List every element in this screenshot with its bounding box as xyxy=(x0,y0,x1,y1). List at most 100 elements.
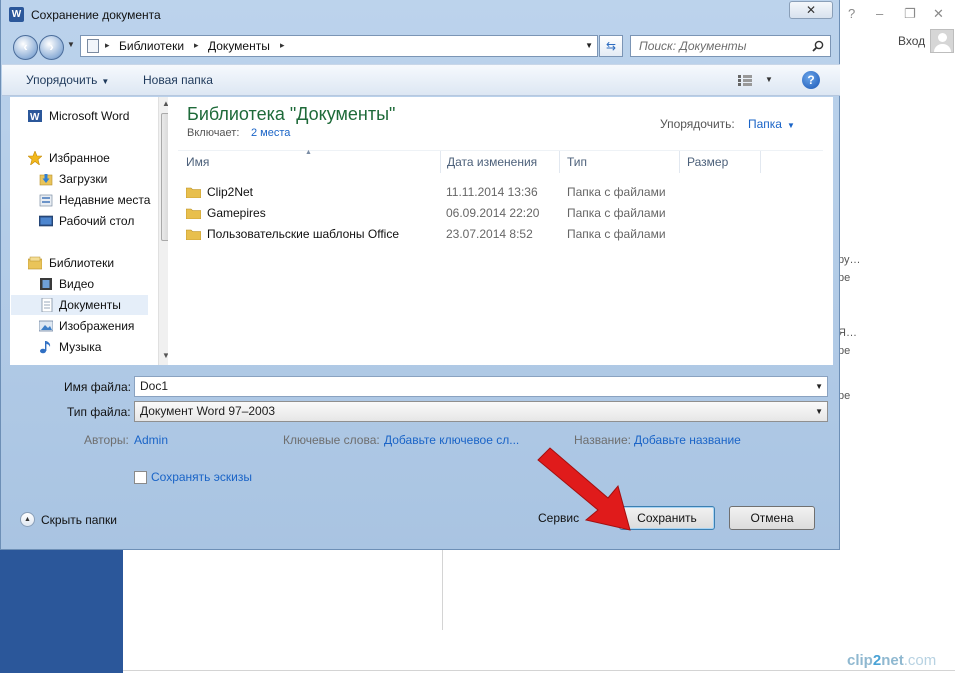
nav-item-pictures[interactable]: Изображения xyxy=(20,316,150,336)
nav-item-video[interactable]: Видео xyxy=(20,274,150,294)
column-divider[interactable] xyxy=(679,151,680,173)
title-field[interactable]: Добавьте название xyxy=(634,433,741,447)
breadcrumb-documents[interactable]: Документы xyxy=(208,39,270,53)
file-type: Папка с файлами xyxy=(567,206,666,220)
nav-item-microsoft-word[interactable]: W Microsoft Word xyxy=(20,106,150,126)
search-input[interactable]: Поиск: Документы xyxy=(630,35,831,57)
table-row[interactable]: Gamepires 06.09.2014 22:20 Папка с файла… xyxy=(182,204,822,224)
help-icon[interactable]: ? xyxy=(802,71,820,89)
video-icon xyxy=(40,278,52,290)
save-thumbnails-checkbox[interactable] xyxy=(134,471,147,484)
nav-item-desktop[interactable]: Рабочий стол xyxy=(20,211,150,231)
table-row[interactable]: Пользовательские шаблоны Office 23.07.20… xyxy=(182,225,822,245)
background-text: Я… xyxy=(838,327,857,339)
folder-icon xyxy=(186,187,201,198)
column-header-date[interactable]: Дата изменения xyxy=(447,155,537,169)
authors-field[interactable]: Admin xyxy=(134,433,168,447)
documents-icon xyxy=(41,298,53,312)
word-icon: W xyxy=(28,110,42,123)
view-options-icon[interactable] xyxy=(738,75,752,86)
column-divider[interactable] xyxy=(440,151,441,173)
dialog-titlebar[interactable]: W Сохранение документа ✕ xyxy=(1,0,839,30)
search-icon[interactable] xyxy=(812,40,824,52)
filename-value: Doc1 xyxy=(140,379,169,393)
table-row[interactable]: Clip2Net 11.11.2014 13:36 Папка с файлам… xyxy=(182,183,822,203)
close-button[interactable]: ✕ xyxy=(789,1,833,19)
view-dropdown-icon[interactable]: ▼ xyxy=(765,75,773,84)
chevron-down-icon[interactable]: ▼ xyxy=(815,407,823,416)
file-type: Папка с файлами xyxy=(567,185,666,199)
annotation-arrow xyxy=(537,447,631,531)
libraries-icon xyxy=(87,39,99,53)
breadcrumb-separator[interactable]: ▸ xyxy=(105,40,110,51)
background-divider xyxy=(123,670,955,671)
new-folder-button[interactable]: Новая папка xyxy=(143,73,213,87)
file-type: Папка с файлами xyxy=(567,227,666,241)
search-placeholder: Поиск: Документы xyxy=(639,39,747,53)
address-dropdown-icon[interactable]: ▼ xyxy=(585,41,593,50)
history-dropdown-icon[interactable]: ▼ xyxy=(67,40,75,49)
column-header-divider xyxy=(178,150,823,151)
nav-item-libraries[interactable]: Библиотеки xyxy=(20,253,150,273)
dialog-title: Сохранение документа xyxy=(31,8,161,22)
svg-text:W: W xyxy=(30,112,40,123)
file-name: Пользовательские шаблоны Office xyxy=(207,227,399,241)
column-header-name[interactable]: Имя xyxy=(186,155,209,169)
breadcrumb-separator[interactable]: ▸ xyxy=(194,40,199,51)
filetype-select[interactable]: Документ Word 97–2003 ▼ xyxy=(134,401,828,422)
login-link[interactable]: Вход xyxy=(898,34,925,48)
close-icon[interactable]: ✕ xyxy=(933,6,944,22)
back-button[interactable]: ‹ xyxy=(13,35,38,60)
includes-label: Включает: xyxy=(187,127,240,139)
file-name: Clip2Net xyxy=(207,185,254,199)
help-icon[interactable]: ? xyxy=(848,6,855,21)
cancel-button[interactable]: Отмена xyxy=(729,506,815,530)
music-icon xyxy=(40,341,51,354)
file-name: Gamepires xyxy=(207,206,266,220)
navigation-pane: W Microsoft Word Избранное Загрузки Неда… xyxy=(10,97,174,365)
refresh-button[interactable]: ⇆ xyxy=(599,35,623,57)
clip2net-watermark: clip2net.com xyxy=(847,652,937,669)
save-dialog: W Сохранение документа ✕ ‹ › ▼ ▸ Библиот… xyxy=(0,0,840,550)
library-title: Библиотека "Документы" xyxy=(187,104,396,124)
keywords-field[interactable]: Добавьте ключевое сл... xyxy=(384,433,519,447)
column-header-type[interactable]: Тип xyxy=(567,155,587,169)
word-icon: W xyxy=(9,7,24,22)
background-divider xyxy=(442,545,443,630)
breadcrumb-separator[interactable]: ▸ xyxy=(280,40,285,51)
keywords-label: Ключевые слова: xyxy=(283,433,380,447)
breadcrumb-libraries[interactable]: Библиотеки xyxy=(119,39,184,53)
forward-button[interactable]: › xyxy=(39,35,64,60)
avatar[interactable] xyxy=(930,29,954,53)
background-text: ру… xyxy=(838,254,861,266)
column-header-size[interactable]: Размер xyxy=(687,155,728,169)
chevron-down-icon[interactable]: ▼ xyxy=(815,382,823,391)
command-bar: Упорядочить ▼ Новая папка ▼ ? xyxy=(2,64,840,96)
file-date: 11.11.2014 13:36 xyxy=(446,185,538,199)
address-bar[interactable]: ▸ Библиотеки ▸ Документы ▸ ▼ xyxy=(80,35,598,57)
filename-input[interactable]: Doc1 ▼ xyxy=(134,376,828,397)
libraries-icon xyxy=(28,256,42,270)
nav-item-favorites[interactable]: Избранное xyxy=(20,148,150,168)
desktop-icon xyxy=(39,215,53,227)
nav-item-documents[interactable]: Документы xyxy=(11,295,148,315)
downloads-icon xyxy=(39,174,53,186)
filetype-label: Тип файла: xyxy=(67,405,131,419)
folder-icon xyxy=(186,208,201,219)
folder-icon xyxy=(186,229,201,240)
minimize-icon[interactable]: – xyxy=(876,6,883,21)
file-date: 23.07.2014 8:52 xyxy=(446,227,533,241)
file-date: 06.09.2014 22:20 xyxy=(446,206,540,220)
arrange-by-dropdown[interactable]: Папка ▼ xyxy=(748,117,795,131)
includes-locations-link[interactable]: 2 места xyxy=(251,127,290,139)
organize-button[interactable]: Упорядочить ▼ xyxy=(26,73,109,87)
filename-label: Имя файла: xyxy=(64,380,131,394)
column-divider[interactable] xyxy=(760,151,761,173)
recent-places-icon xyxy=(39,194,53,207)
restore-icon[interactable]: ❐ xyxy=(904,6,916,22)
save-thumbnails-label[interactable]: Сохранять эскизы xyxy=(151,470,252,484)
column-divider[interactable] xyxy=(559,151,560,173)
nav-item-downloads[interactable]: Загрузки xyxy=(20,169,150,189)
nav-item-recent-places[interactable]: Недавние места xyxy=(20,190,150,210)
nav-item-music[interactable]: Музыка xyxy=(20,337,150,357)
